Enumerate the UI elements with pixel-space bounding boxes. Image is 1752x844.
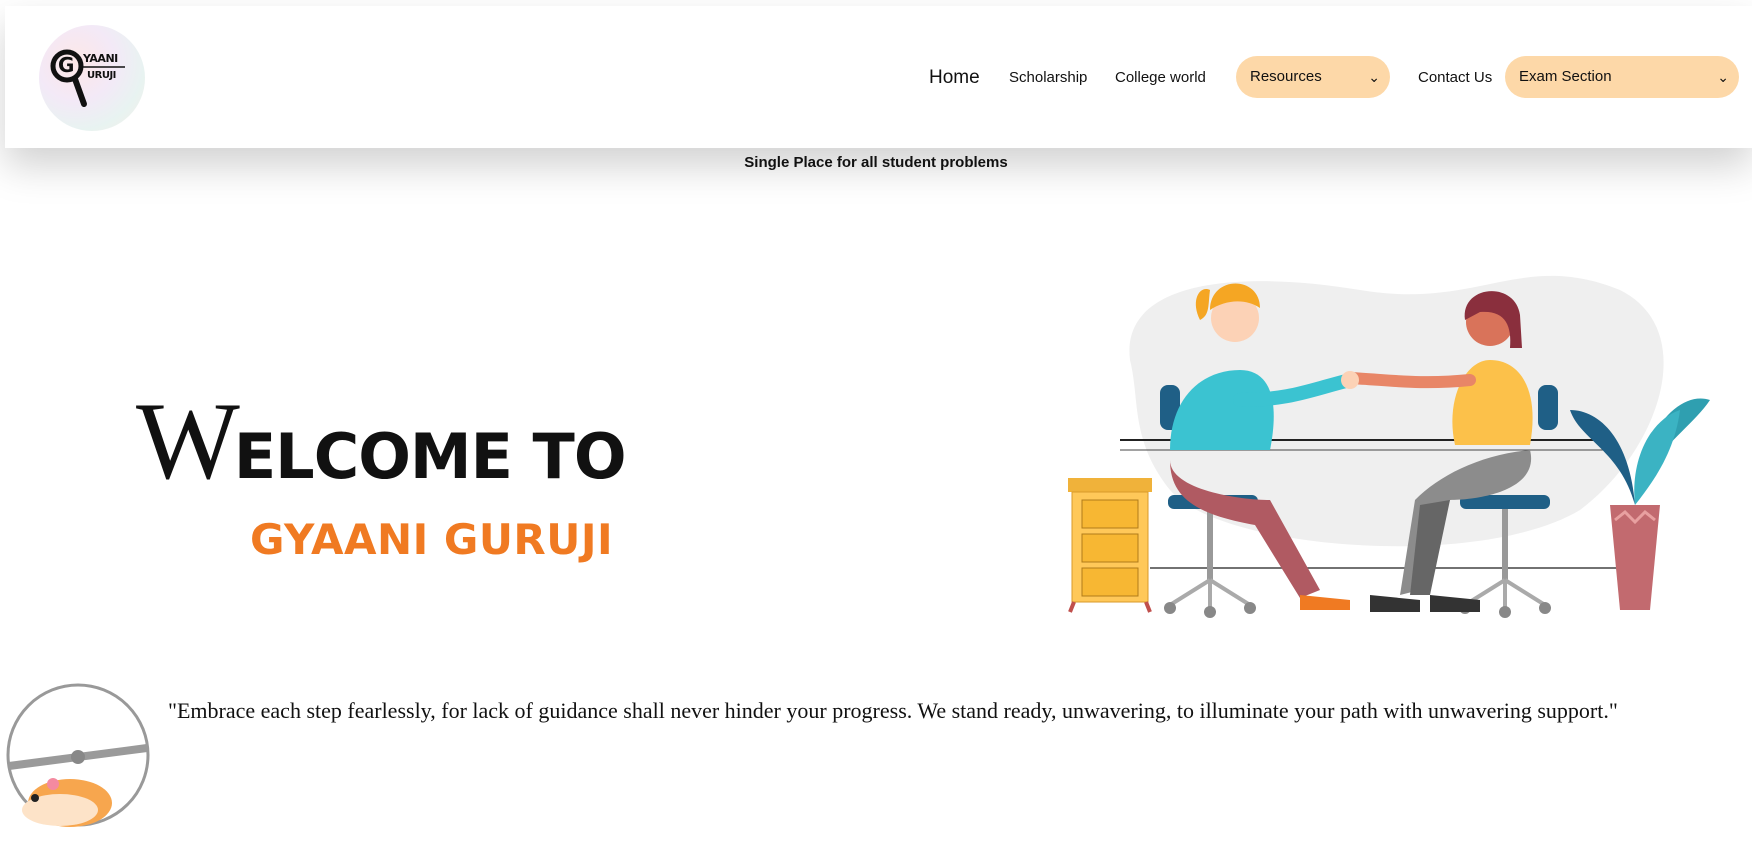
nav-college-world[interactable]: College world xyxy=(1115,56,1206,100)
main-nav: Home Scholarship College world Resources… xyxy=(5,56,1752,100)
nav-scholarship[interactable]: Scholarship xyxy=(1009,56,1087,100)
site-header: G YAANI URUJI Home Scholarship College w… xyxy=(5,6,1752,148)
welcome-heading: WELCOME TO xyxy=(136,386,627,496)
nav-home[interactable]: Home xyxy=(929,56,980,100)
resources-select-label: Resources xyxy=(1250,68,1322,85)
motivational-quote: "Embrace each step fearlessly, for lack … xyxy=(168,698,1618,723)
chevron-down-icon: ⌄ xyxy=(1717,69,1729,85)
nav-contact[interactable]: Contact Us xyxy=(1418,56,1492,100)
resources-select[interactable]: Resources ⌄ xyxy=(1236,56,1390,98)
chevron-down-icon: ⌄ xyxy=(1368,69,1380,85)
exam-section-select[interactable]: Exam Section ⌄ xyxy=(1505,56,1739,98)
exam-section-select-label: Exam Section xyxy=(1519,68,1612,85)
tagline: Single Place for all student problems xyxy=(744,154,1008,171)
welcome-initial: W xyxy=(136,380,240,502)
brand-name: GYAANI GURUJI xyxy=(250,515,614,564)
hamster-wheel-icon xyxy=(6,683,150,827)
handshake-illustration xyxy=(1068,275,1710,618)
welcome-rest: ELCOME TO xyxy=(233,420,627,493)
